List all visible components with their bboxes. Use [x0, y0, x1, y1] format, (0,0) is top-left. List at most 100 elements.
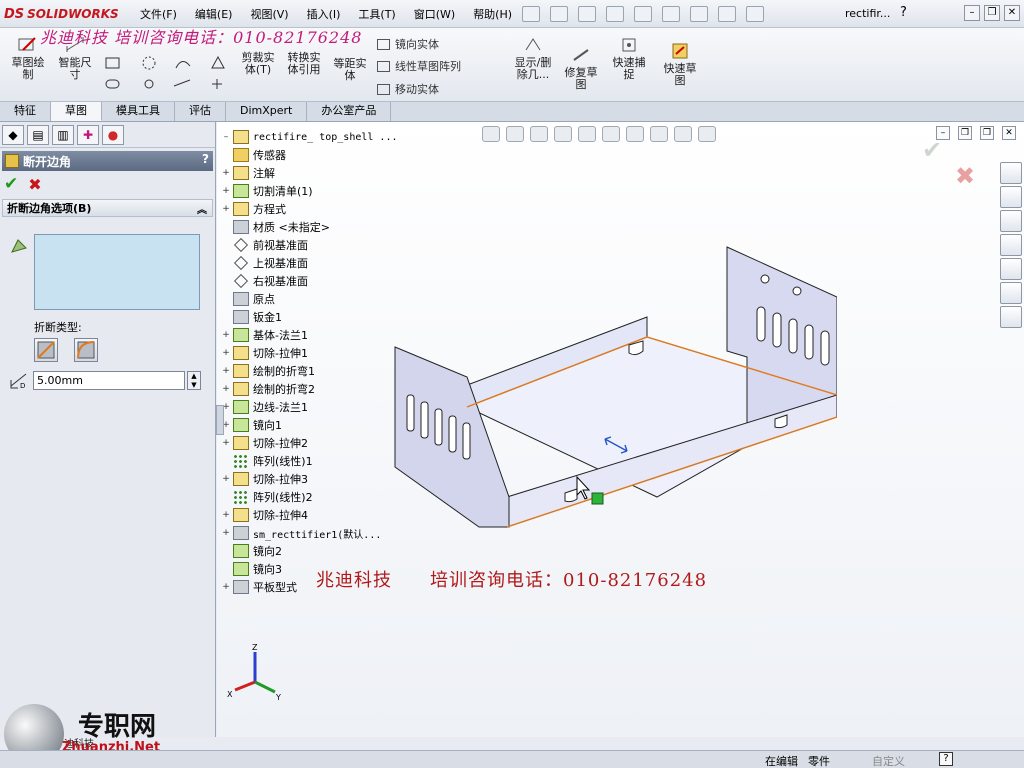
trim-entities-button[interactable]: 剪裁实 体(T) [238, 52, 278, 76]
home-icon[interactable] [1000, 186, 1022, 208]
hide-show-items-icon[interactable] [626, 126, 644, 142]
doc-maximize-button[interactable]: ❐ [980, 126, 994, 140]
pin-icon[interactable] [522, 6, 540, 22]
tree-expander[interactable]: + [221, 528, 231, 538]
confirmation-ok-icon[interactable]: ✔ [922, 136, 942, 164]
tab-sketch[interactable]: 草图 [51, 102, 102, 121]
tree-item[interactable]: + 切割清单(1) [221, 182, 431, 200]
view-settings-icon[interactable] [698, 126, 716, 142]
appearances-icon[interactable] [1000, 282, 1022, 304]
menu-edit[interactable]: 编辑(E) [195, 6, 233, 22]
zoom-to-fit-icon[interactable] [482, 126, 500, 142]
collapse-icon[interactable]: ︽ [197, 201, 207, 216]
previous-view-icon[interactable] [530, 126, 548, 142]
section-view-icon[interactable] [554, 126, 572, 142]
menu-file[interactable]: 文件(F) [140, 6, 177, 22]
menu-insert[interactable]: 插入(I) [307, 6, 341, 22]
tree-expander[interactable]: + [221, 204, 231, 214]
repair-sketch-button[interactable]: 修复草 图 [560, 46, 602, 91]
custom-properties-icon[interactable] [1000, 306, 1022, 328]
doc-close-button[interactable]: ✕ [1002, 126, 1016, 140]
convert-entities-button[interactable]: 转换实 体引用 [284, 52, 324, 76]
corner-edges-selection-box[interactable] [34, 234, 200, 310]
graphics-area[interactable]: – ❐ ❐ ✕ ✔ ✖ – rectifire_ top_shell ... 传… [217, 122, 1024, 737]
file-explorer-icon[interactable] [1000, 234, 1022, 256]
feature-manager-icon[interactable]: ◆ [2, 124, 24, 145]
help-icon[interactable]: ? [202, 152, 209, 166]
dimxpert-manager-icon[interactable]: ✚ [77, 124, 99, 145]
tree-expander[interactable]: + [221, 366, 231, 376]
tree-item[interactable]: 传感器 [221, 146, 431, 164]
cancel-button[interactable]: ✖ [28, 175, 41, 194]
property-manager-icon[interactable]: ▤ [27, 124, 49, 145]
display-manager-icon[interactable]: ● [102, 124, 124, 145]
tab-office-products[interactable]: 办公室产品 [307, 102, 392, 121]
zoom-to-area-icon[interactable] [506, 126, 524, 142]
fillet-type-button[interactable] [74, 338, 98, 362]
view-orientation-icon[interactable] [578, 126, 596, 142]
menu-view[interactable]: 视图(V) [250, 6, 288, 22]
save-icon[interactable] [606, 6, 624, 22]
tree-item[interactable]: + 注解 [221, 164, 431, 182]
tree-root-expander[interactable]: – [221, 132, 231, 142]
open-icon[interactable] [578, 6, 596, 22]
help-question-icon[interactable]: ? [900, 5, 907, 20]
tree-item[interactable]: + 方程式 [221, 200, 431, 218]
close-button[interactable]: ✕ [1004, 5, 1020, 21]
apply-scene-icon[interactable] [674, 126, 692, 142]
tab-evaluate[interactable]: 评估 [175, 102, 226, 121]
distance-spinner[interactable]: ▲ ▼ [187, 371, 201, 390]
linear-sketch-pattern-button[interactable]: 线性草图阵列 [377, 58, 461, 74]
design-library-icon[interactable] [1000, 210, 1022, 232]
undo-icon[interactable] [662, 6, 680, 22]
tab-mold-tools[interactable]: 模具工具 [102, 102, 175, 121]
select-icon[interactable] [690, 6, 708, 22]
configuration-manager-icon[interactable]: ▥ [52, 124, 74, 145]
panel-splitter-handle[interactable] [216, 405, 224, 435]
options-icon[interactable] [746, 6, 764, 22]
display-style-icon[interactable] [602, 126, 620, 142]
chamfer-type-button[interactable] [34, 338, 58, 362]
mirror-entities-button[interactable]: 镜向实体 [377, 36, 439, 52]
display-delete-relations-button[interactable]: 显示/删 除几... [510, 36, 556, 81]
menu-window[interactable]: 窗口(W) [414, 6, 455, 22]
view-palette-icon[interactable] [1000, 258, 1022, 280]
status-help-icon[interactable]: ? [939, 752, 953, 766]
tree-expander[interactable]: + [221, 348, 231, 358]
ok-button[interactable]: ✔ [4, 174, 18, 194]
edit-appearance-icon[interactable] [650, 126, 668, 142]
status-custom-menu[interactable]: 自定义 [872, 753, 905, 768]
offset-entities-button[interactable]: 等距实 体 [330, 58, 370, 82]
rebuild-icon[interactable] [718, 6, 736, 22]
solidworks-resources-icon[interactable] [1000, 162, 1022, 184]
tree-item[interactable]: 镜向2 [221, 542, 431, 560]
menu-tools[interactable]: 工具(T) [358, 6, 395, 22]
tab-features[interactable]: 特征 [0, 102, 51, 121]
rapid-sketch-button[interactable]: 快速草 图 [658, 42, 702, 87]
tree-expander[interactable]: + [221, 582, 231, 592]
tree-expander[interactable]: + [221, 168, 231, 178]
menu-help[interactable]: 帮助(H) [473, 6, 512, 22]
tab-dimxpert[interactable]: DimXpert [226, 102, 308, 121]
tree-expander[interactable]: + [221, 474, 231, 484]
break-corner-options-group[interactable]: 折断边角选项(B) ︽ [2, 199, 213, 217]
tree-expander[interactable]: + [221, 186, 231, 196]
tree-expander[interactable]: + [221, 384, 231, 394]
tree-expander[interactable]: + [221, 510, 231, 520]
print-icon[interactable] [634, 6, 652, 22]
selection-handle[interactable] [591, 492, 604, 505]
new-document-icon[interactable] [550, 6, 568, 22]
confirmation-cancel-icon[interactable]: ✖ [955, 162, 975, 190]
reference-triad: Z X Y [227, 643, 281, 702]
doc-restore-button[interactable]: ❐ [958, 126, 972, 140]
move-entities-button[interactable]: 移动实体 [377, 81, 439, 97]
sheet-metal-part-model[interactable] [367, 227, 837, 537]
tree-expander[interactable]: + [221, 438, 231, 448]
tree-expander[interactable]: + [221, 330, 231, 340]
tree-root[interactable]: – rectifire_ top_shell ... [221, 128, 431, 146]
restore-button[interactable]: ❐ [984, 5, 1000, 21]
distance-input[interactable] [33, 371, 185, 390]
solidworks-logo[interactable]: DS SOLIDWORKS [4, 5, 124, 23]
quick-snaps-button[interactable]: 快速捕 捉 [608, 36, 650, 81]
minimize-button[interactable]: – [964, 5, 980, 21]
